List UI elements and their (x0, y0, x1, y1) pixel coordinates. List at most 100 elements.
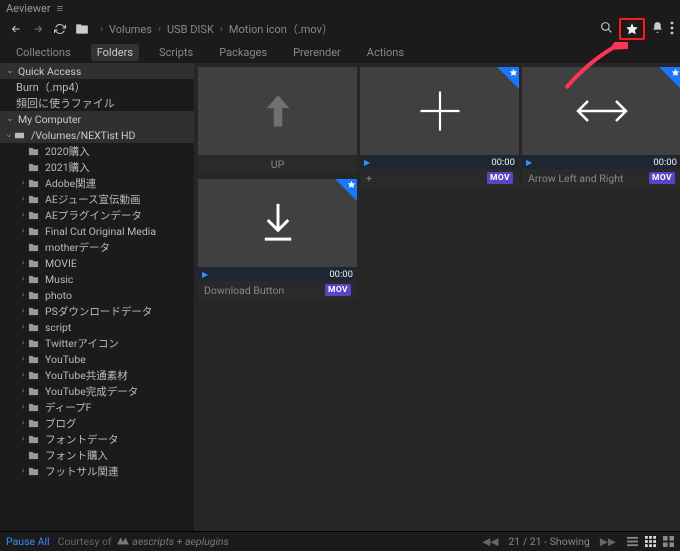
tree-item-label: Twitterアイコン (45, 336, 119, 351)
tree-item[interactable]: 2021購入 (0, 159, 194, 175)
tree-item[interactable]: ›photo (0, 287, 194, 303)
tree-item[interactable]: ›フットサル関連 (0, 463, 194, 479)
tree-item[interactable]: ›Final Cut Original Media (0, 223, 194, 239)
mov-badge: MOV (649, 172, 675, 184)
chevron-right-icon[interactable]: › (18, 386, 28, 396)
breadcrumb-seg-2[interactable]: Motion icon（.mov） (229, 21, 333, 37)
quick-access-item-0[interactable]: Burn（.mp4） (0, 79, 194, 95)
quick-access-header[interactable]: ⌄ Quick Access (0, 63, 194, 79)
tree-item[interactable]: 2020購入 (0, 143, 194, 159)
folder-icon (28, 434, 42, 445)
tree-item[interactable]: › MOVIE (0, 255, 194, 271)
star-corner-icon (659, 67, 680, 89)
tree-item[interactable]: ›PSダウンロードデータ (0, 303, 194, 319)
tab-folders[interactable]: Folders (91, 44, 139, 61)
view-list-icon[interactable] (626, 536, 638, 548)
view-grid-small-icon[interactable] (644, 536, 656, 548)
quick-access-item-1[interactable]: 頻回に使うファイル (0, 95, 194, 111)
search-icon[interactable] (600, 21, 613, 38)
tree-item-label: YouTube完成データ (45, 384, 138, 399)
tree-item[interactable]: › YouTube完成データ (0, 383, 194, 399)
app-title: Aeviewer (6, 2, 51, 15)
card-label: Download Button (204, 284, 284, 297)
chevron-right-icon[interactable]: › (18, 178, 28, 188)
refresh-button[interactable] (50, 19, 70, 39)
chevron-right-icon[interactable]: › (18, 274, 28, 284)
tree-item[interactable]: ›YouTube (0, 351, 194, 367)
tab-packages[interactable]: Packages (213, 44, 273, 61)
breadcrumb-seg-1[interactable]: USB DISK (167, 23, 214, 36)
view-grid-large-icon[interactable] (662, 536, 674, 548)
tree-item[interactable]: ›script (0, 319, 194, 335)
tree-item-label: 2020購入 (45, 144, 90, 159)
chevron-right-icon[interactable]: › (18, 370, 28, 380)
tree-item[interactable]: ›AEジュース宣伝動画 (0, 191, 194, 207)
chevron-right-icon[interactable]: › (18, 354, 28, 364)
chevron-right-icon[interactable]: › (18, 338, 28, 348)
tree-item-label: フォント購入 (45, 448, 108, 463)
play-icon[interactable]: ▶ (364, 158, 370, 167)
footer: Pause All Courtesy of aescripts + aeplug… (0, 531, 680, 551)
tree-item[interactable]: ›ディープF (0, 399, 194, 415)
tree-item[interactable]: ›Adobe関連 (0, 175, 194, 191)
tab-prerender[interactable]: Prerender (287, 44, 347, 61)
tree-item[interactable]: › YouTube共通素材 (0, 367, 194, 383)
my-computer-header[interactable]: ⌄ My Computer (0, 111, 194, 127)
breadcrumb-seg-0[interactable]: Volumes (109, 23, 152, 36)
chevron-right-icon[interactable]: › (18, 418, 28, 428)
disk-icon (14, 130, 28, 141)
tab-collections[interactable]: Collections (10, 44, 77, 61)
mov-badge: MOV (487, 172, 513, 184)
tree-item[interactable]: ›Music (0, 271, 194, 287)
chevron-right-icon[interactable]: › (18, 306, 28, 316)
tab-scripts[interactable]: Scripts (153, 44, 199, 61)
tree-item[interactable]: motherデータ (0, 239, 194, 255)
tree-item[interactable]: ›ブログ (0, 415, 194, 431)
courtesy-label: Courtesy of (58, 535, 112, 548)
arrow-lr-icon (572, 96, 632, 126)
chevron-right-icon[interactable]: › (18, 210, 28, 220)
status-next-icon[interactable]: ▶▶ (600, 535, 616, 548)
pause-all-button[interactable]: Pause All (6, 535, 50, 548)
tree-item[interactable]: › フォントデータ (0, 431, 194, 447)
chevron-right-icon[interactable]: › (18, 226, 28, 236)
status-prev-icon[interactable]: ◀◀ (482, 535, 498, 548)
tree-item[interactable]: ›AEプラグインデータ (0, 207, 194, 223)
play-icon[interactable]: ▶ (202, 270, 208, 279)
sidebar[interactable]: ⌄ Quick Access Burn（.mp4） 頻回に使うファイル ⌄ My… (0, 63, 194, 531)
tree-item[interactable]: › Twitterアイコン (0, 335, 194, 351)
tree-item[interactable]: フォント購入 (0, 447, 194, 463)
menu-icon[interactable]: ≡ (57, 2, 63, 15)
card-up[interactable]: UP (198, 67, 357, 173)
card-label: UP (271, 158, 284, 171)
folder-icon (28, 338, 42, 349)
card-download[interactable]: ▶ 00:00 Download Button MOV (198, 179, 357, 299)
star-corner-icon (497, 67, 519, 89)
folder-open-icon[interactable] (72, 19, 92, 39)
chevron-right-icon[interactable]: › (18, 258, 28, 268)
forward-button[interactable] (28, 19, 48, 39)
tree-item-label: MOVIE (45, 257, 77, 270)
chevron-right-icon[interactable]: › (18, 322, 28, 332)
card-plus[interactable]: ▶ 00:00 + MOV (360, 67, 519, 187)
tab-actions[interactable]: Actions (361, 44, 410, 61)
chevron-right-icon[interactable]: › (18, 402, 28, 412)
chevron-right-icon[interactable]: › (18, 290, 28, 300)
tree-item-label: YouTube共通素材 (45, 368, 128, 383)
status-text: 21 / 21 - Showing (508, 535, 589, 548)
back-button[interactable] (6, 19, 26, 39)
favorites-button[interactable] (619, 18, 645, 40)
folder-icon (28, 386, 42, 397)
play-icon[interactable]: ▶ (526, 158, 532, 167)
more-icon[interactable] (670, 21, 674, 38)
folder-icon (28, 178, 42, 189)
tree-item-label: フォントデータ (45, 432, 119, 447)
chevron-right-icon[interactable]: › (18, 434, 28, 444)
card-arrow-lr[interactable]: ▶ 00:00 Arrow Left and Right MOV (522, 67, 680, 187)
tree-root[interactable]: ⌄ /Volumes/NEXTist HD (0, 127, 194, 143)
bell-icon[interactable] (651, 21, 664, 37)
card-time: 00:00 (653, 157, 677, 168)
chevron-right-icon[interactable]: › (18, 194, 28, 204)
chevron-right-icon[interactable]: › (18, 466, 28, 476)
folder-icon (28, 258, 42, 269)
